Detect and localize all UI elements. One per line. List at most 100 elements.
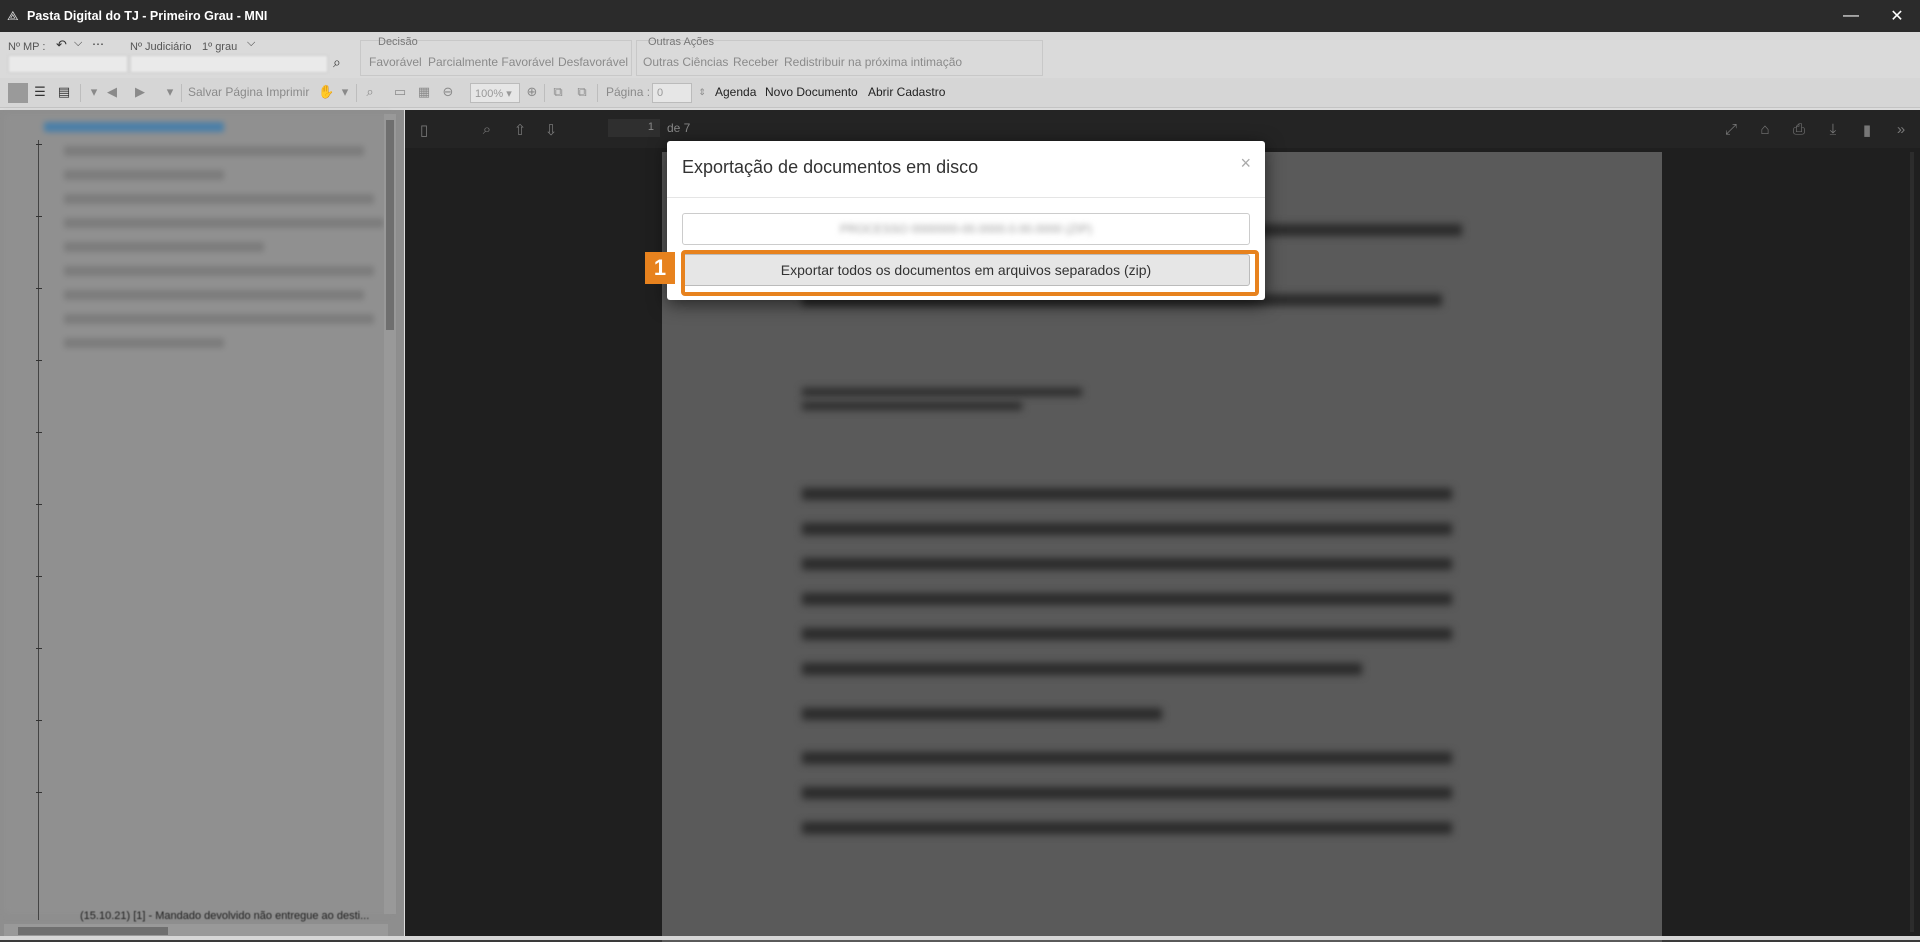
prev-page-icon[interactable]: ◀ [104, 84, 120, 100]
tree-node-tick [36, 792, 42, 793]
step-highlight [681, 250, 1259, 296]
dialog-title: Exportação de documentos em disco [682, 157, 979, 177]
document-text [802, 558, 1452, 570]
document-text [802, 523, 1452, 535]
previous-page-icon[interactable]: ⇧ [511, 121, 529, 139]
window-controls: — ✕ [1828, 0, 1920, 32]
dropdown-icon[interactable]: ▾ [86, 84, 102, 100]
document-tree[interactable] [4, 114, 390, 914]
fit-page-icon[interactable]: ▦ [416, 84, 432, 100]
rotate-icon[interactable]: ⧉ [574, 84, 590, 100]
separator [181, 84, 182, 102]
novo-documento-link[interactable]: Novo Documento [765, 85, 858, 99]
tree-item[interactable] [64, 338, 224, 348]
outras-ciencias-button[interactable]: Outras Ciências [643, 55, 728, 69]
fit-width-icon[interactable]: ▭ [392, 84, 408, 100]
tree-item[interactable] [64, 170, 224, 180]
scrollbar-thumb[interactable] [386, 120, 394, 330]
dropdown-icon[interactable]: ▾ [162, 84, 178, 100]
next-page-icon[interactable]: ▶ [132, 84, 148, 100]
decisao-title: Decisão [378, 36, 418, 48]
document-text [802, 708, 1162, 720]
pdf-page-number-field[interactable]: 1 [608, 119, 660, 137]
download-icon[interactable]: ⤓ [1824, 121, 1842, 138]
tree-item[interactable] [64, 194, 374, 204]
hand-tool-icon[interactable]: ✋ [318, 84, 334, 100]
tree-item[interactable] [64, 290, 364, 300]
view-toggle-button[interactable] [8, 83, 28, 103]
page-number-value: 0 [657, 87, 664, 99]
step-number-badge: 1 [645, 252, 675, 284]
tree-item[interactable] [64, 314, 374, 324]
grau-dropdown-icon[interactable]: ⌵ [247, 37, 255, 50]
more-icon[interactable]: ⋯ [92, 37, 104, 51]
tree-item[interactable] [64, 242, 264, 252]
copy-pages-icon[interactable]: ⧉ [550, 84, 566, 100]
export-filename-value: PROCESSO 0000000-00.0000.0.00.0000 (ZIP) [839, 222, 1093, 236]
dialog-close-button[interactable]: × [1240, 153, 1251, 174]
ribbon: Nº MP : ↶ ⌵ ⋯ Nº Judiciário 1º grau ⌵ ⌕ … [0, 32, 1920, 78]
zoom-tool-icon[interactable]: ⌕ [362, 84, 378, 100]
pdf-page-count: de 7 [667, 121, 691, 135]
close-window-button[interactable]: ✕ [1874, 0, 1920, 32]
judicial-number-field[interactable] [130, 55, 328, 73]
tree-node-tick [36, 360, 42, 361]
tree-item[interactable] [64, 146, 364, 156]
document-text [802, 628, 1452, 640]
tree-item[interactable] [64, 218, 384, 228]
tree-item[interactable] [64, 266, 374, 276]
export-filename-field[interactable]: PROCESSO 0000000-00.0000.0.00.0000 (ZIP) [682, 213, 1250, 245]
judicial-label: Nº Judiciário [130, 41, 192, 53]
agenda-link[interactable]: Agenda [715, 85, 756, 99]
grau-label: 1º grau [202, 41, 238, 53]
minimize-button[interactable]: — [1828, 0, 1874, 32]
page-number-field[interactable]: 0 [652, 83, 692, 103]
search-icon[interactable]: ⌕ [333, 54, 341, 71]
zoom-out-icon[interactable]: ⊖ [440, 84, 456, 100]
undo-icon[interactable]: ↶ [56, 37, 67, 53]
zoom-value: 100% [475, 88, 504, 100]
tree-node-tick [36, 720, 42, 721]
separator [544, 84, 545, 102]
salvar-pagina-button[interactable]: Salvar Página [188, 85, 263, 99]
next-page-icon[interactable]: ⇩ [542, 121, 560, 139]
sidebar-toggle-icon[interactable]: ▯ [415, 121, 433, 139]
status-strip [0, 936, 1920, 940]
receber-button[interactable]: Receber [733, 55, 778, 69]
redistribuir-button[interactable]: Redistribuir na próxima intimação [784, 55, 962, 69]
tools-menu-icon[interactable]: » [1892, 121, 1910, 138]
page-spinner-icon[interactable]: ⇕ [694, 84, 710, 100]
list-view-icon[interactable]: ▤ [56, 84, 72, 100]
dropdown-icon[interactable]: ▾ [337, 84, 353, 100]
document-text [802, 402, 1022, 410]
mp-number-field[interactable] [8, 55, 128, 73]
bookmark-icon[interactable]: ▮ [1858, 121, 1876, 139]
tree-node-tick [36, 216, 42, 217]
tree-item-label[interactable]: (15.10.21) [1] - Mandado devolvido não e… [80, 910, 369, 922]
tree-node-tick [36, 504, 42, 505]
document-tree-panel: (15.10.21) [1] - Mandado devolvido não e… [0, 110, 404, 940]
open-file-icon[interactable]: ⌂ [1756, 121, 1774, 138]
tree-view-icon[interactable]: ☰ [32, 84, 48, 100]
minimize-icon: — [1843, 7, 1859, 24]
find-icon[interactable]: ⌕ [478, 121, 496, 138]
outras-acoes-title: Outras Ações [648, 36, 715, 48]
parcialmente-favoravel-button[interactable]: Parcialmente Favorável [428, 55, 554, 69]
favoravel-button[interactable]: Favorável [369, 55, 422, 69]
desfavoravel-button[interactable]: Desfavorável [558, 55, 628, 69]
scrollbar-thumb[interactable] [18, 927, 168, 935]
abrir-cadastro-link[interactable]: Abrir Cadastro [868, 85, 945, 99]
tree-vertical-scrollbar[interactable] [384, 114, 396, 914]
document-text [802, 787, 1452, 799]
app-icon: ⟁ [7, 8, 19, 23]
pdf-scrollbar[interactable] [1910, 152, 1914, 932]
tree-root[interactable] [44, 122, 224, 132]
presentation-mode-icon[interactable]: ⤢ [1722, 121, 1740, 138]
print-icon[interactable]: ⎙ [1790, 121, 1808, 138]
zoom-select[interactable]: 100% ▾ [470, 83, 520, 103]
separator [597, 84, 598, 102]
chevron-down-icon[interactable]: ⌵ [74, 37, 82, 50]
document-text [802, 388, 1082, 396]
zoom-in-icon[interactable]: ⊕ [524, 84, 540, 100]
imprimir-button[interactable]: Imprimir [266, 85, 309, 99]
